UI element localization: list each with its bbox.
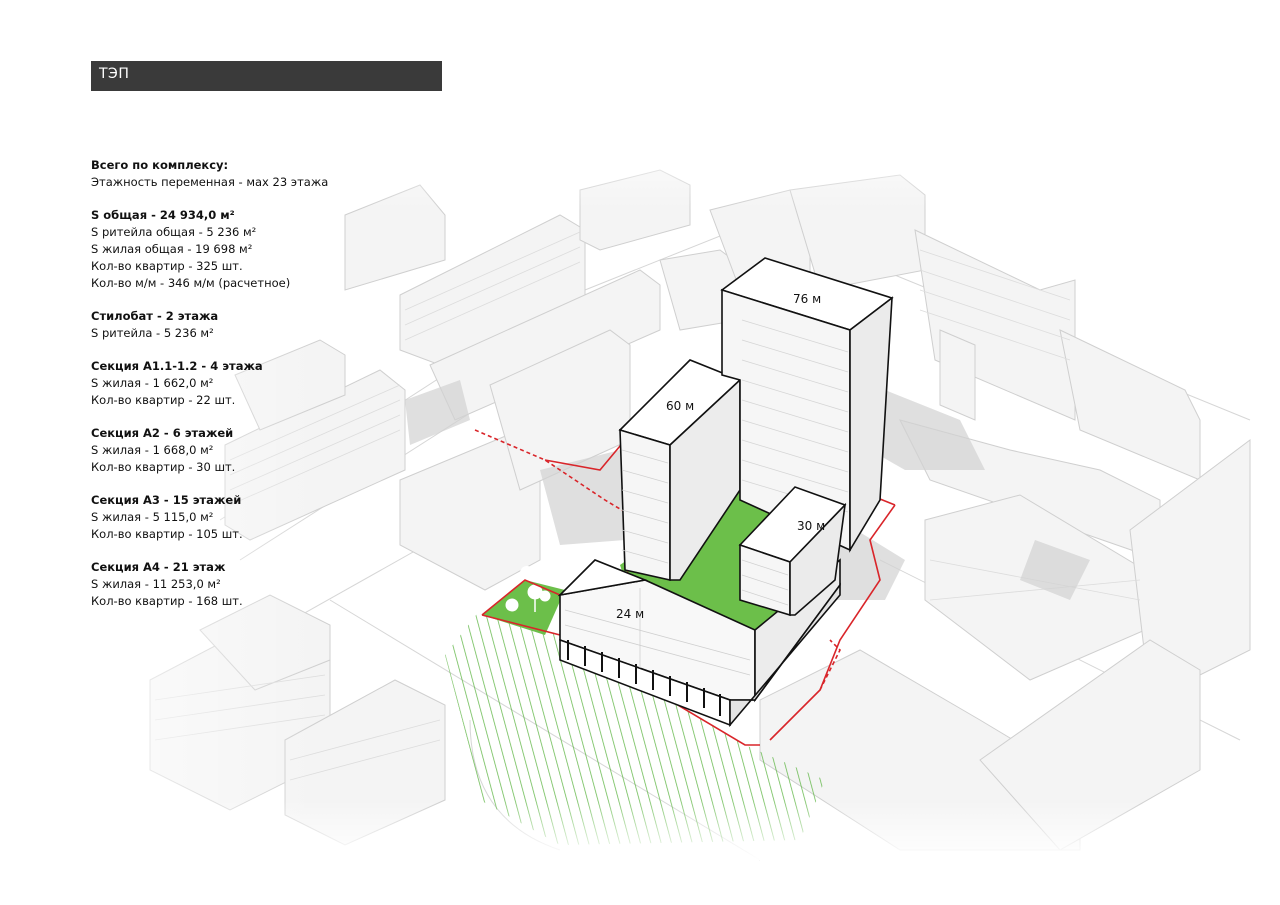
tep-line: S жилая общая - 19 698 м² <box>91 242 253 256</box>
tep-block-a2: Секция А2 - 6 этажей S жилая - 1 668,0 м… <box>91 425 471 476</box>
tep-line: S жилая - 11 253,0 м² <box>91 577 221 591</box>
tep-heading: Стилобат - 2 этажа <box>91 309 219 323</box>
tep-block-area: S общая - 24 934,0 м² S ритейла общая - … <box>91 207 471 292</box>
tep-line: Этажность переменная - мах 23 этажа <box>91 175 329 189</box>
tep-line: Кол-во квартир - 168 шт. <box>91 594 243 608</box>
tree-icon <box>520 566 534 580</box>
tep-block-a4: Секция А4 - 21 этаж S жилая - 11 253,0 м… <box>91 559 471 610</box>
height-label-76: 76 м <box>793 292 821 306</box>
tep-line: Кол-во квартир - 22 шт. <box>91 393 236 407</box>
tep-line: Кол-во квартир - 325 шт. <box>91 259 243 273</box>
tep-heading: S общая - 24 934,0 м² <box>91 208 235 222</box>
tep-panel: Всего по комплексу: Этажность переменная… <box>91 157 471 626</box>
height-label-24: 24 м <box>616 607 644 621</box>
tep-block-a1: Секция А1.1-1.2 - 4 этажа S жилая - 1 66… <box>91 358 471 409</box>
tep-heading: Секция А1.1-1.2 - 4 этажа <box>91 359 263 373</box>
tep-line: Кол-во м/м - 346 м/м (расчетное) <box>91 276 291 290</box>
tep-line: S жилая - 1 662,0 м² <box>91 376 214 390</box>
tep-line: Кол-во квартир - 105 шт. <box>91 527 243 541</box>
tep-line: S ритейла - 5 236 м² <box>91 326 214 340</box>
title-bar: ТЭП <box>91 61 442 91</box>
tep-heading: Секция А4 - 21 этаж <box>91 560 226 574</box>
tep-heading: Всего по комплексу: <box>91 158 229 172</box>
title-text: ТЭП <box>99 66 130 82</box>
tep-line: S жилая - 5 115,0 м² <box>91 510 214 524</box>
height-label-30: 30 м <box>797 519 825 533</box>
tep-block-stylobate: Стилобат - 2 этажа S ритейла - 5 236 м² <box>91 308 471 342</box>
tep-line: Кол-во квартир - 30 шт. <box>91 460 236 474</box>
tep-line: S жилая - 1 668,0 м² <box>91 443 214 457</box>
tep-heading: Секция А3 - 15 этажей <box>91 493 242 507</box>
tep-line: S ритейла общая - 5 236 м² <box>91 225 257 239</box>
height-label-60: 60 м <box>666 399 694 413</box>
tep-heading: Секция А2 - 6 этажей <box>91 426 234 440</box>
tep-block-a3: Секция А3 - 15 этажей S жилая - 5 115,0 … <box>91 492 471 543</box>
tep-block-total: Всего по комплексу: Этажность переменная… <box>91 157 471 191</box>
